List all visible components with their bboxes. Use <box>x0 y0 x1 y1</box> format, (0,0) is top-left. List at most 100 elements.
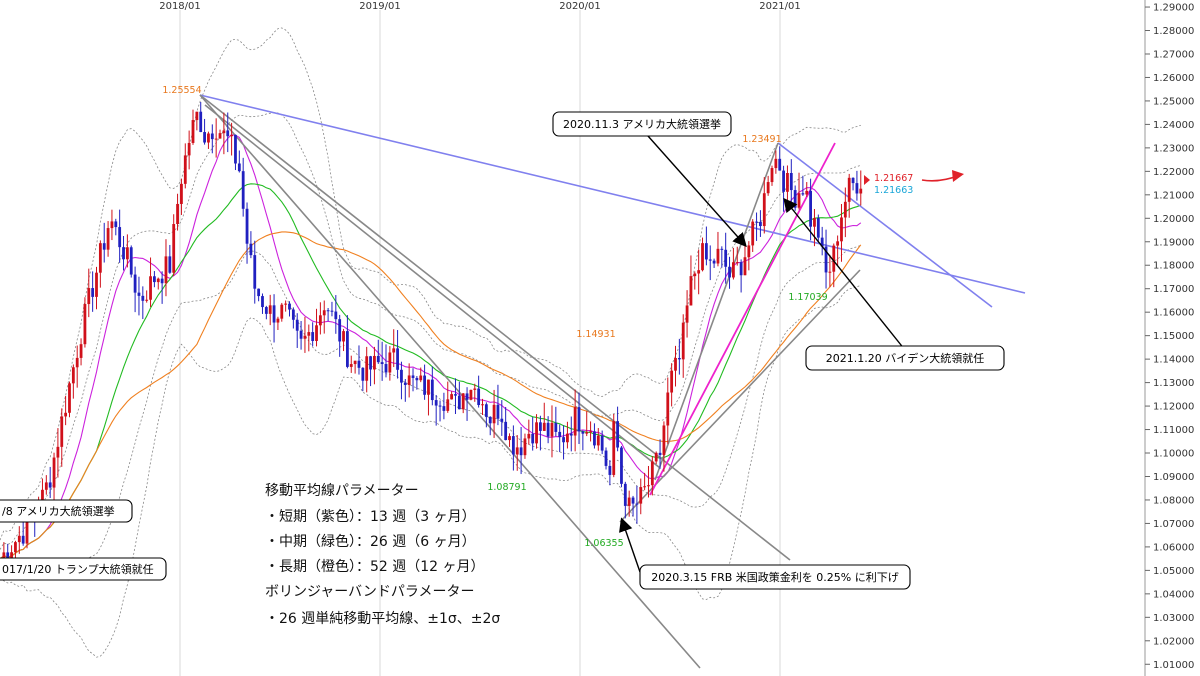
candle-body <box>789 173 793 191</box>
candle-body <box>662 425 666 455</box>
candle-body <box>176 203 179 225</box>
candle-body <box>816 218 820 238</box>
candle-body <box>608 465 612 475</box>
candle-body <box>153 276 156 283</box>
candle-body <box>859 188 863 194</box>
candle-body <box>245 208 249 244</box>
candle-body <box>732 262 735 278</box>
candle-body <box>828 271 832 273</box>
candle-body <box>365 356 369 381</box>
candle-body <box>596 435 600 446</box>
candle-body <box>388 352 392 373</box>
candle-body <box>531 433 535 444</box>
candle-body <box>477 388 481 406</box>
y-tick-label: 1.02000 <box>1153 636 1194 647</box>
candle-body <box>237 163 241 172</box>
candle-body <box>291 309 295 320</box>
candle-body <box>68 383 71 413</box>
candle-body <box>207 133 210 143</box>
candle-body <box>685 305 689 323</box>
x-tick-label: 2019/01 <box>359 1 401 12</box>
candle-body <box>658 452 662 455</box>
candle-body <box>288 303 291 310</box>
candle-body <box>118 227 122 248</box>
candle-body <box>156 278 160 283</box>
candle-body <box>183 155 187 184</box>
candle-body <box>566 433 569 443</box>
y-tick-label: 1.21000 <box>1153 190 1194 201</box>
candle-body <box>203 132 206 143</box>
x-tick-label: 2020/01 <box>559 1 601 12</box>
candle-body <box>631 497 635 504</box>
candle-body <box>508 436 511 441</box>
candle-body <box>280 304 284 319</box>
candle-body <box>380 362 384 365</box>
candle-body <box>527 433 531 439</box>
y-tick-label: 1.29000 <box>1153 3 1194 14</box>
candle-body <box>755 221 758 223</box>
y-tick-label: 1.09000 <box>1153 472 1194 483</box>
candle-body <box>747 245 751 258</box>
candle-body <box>539 422 542 431</box>
y-tick-label: 1.08000 <box>1153 495 1194 506</box>
candle-body <box>809 190 812 227</box>
candle-body <box>600 435 604 451</box>
candle-body <box>284 303 288 305</box>
candle-body <box>407 375 411 385</box>
candle-body <box>60 416 64 447</box>
candle-body <box>272 305 276 323</box>
candle-body <box>137 292 141 296</box>
price-label: 1.21663 <box>874 185 913 196</box>
candle-body <box>83 304 87 345</box>
candle-body <box>697 270 701 274</box>
annotation-text: /8 アメリカ大統領選挙 <box>2 504 115 518</box>
candle-body <box>133 274 137 293</box>
y-tick-label: 1.26000 <box>1153 73 1194 84</box>
y-tick-label: 1.11000 <box>1153 425 1194 436</box>
candle-body <box>102 243 106 250</box>
candle-body <box>48 482 52 488</box>
candle-body <box>210 133 214 140</box>
candle-body <box>349 364 353 367</box>
candle-body <box>774 158 778 169</box>
candle-body <box>160 278 164 284</box>
parameter-line: ・短期（紫色）：13 週（3 ヶ月） <box>265 508 476 525</box>
candle-body <box>52 457 56 488</box>
candle-body <box>253 255 257 289</box>
candle-body <box>797 193 801 208</box>
annotation-text: 2021.1.20 バイデン大統領就任 <box>826 351 984 365</box>
candle-body <box>369 356 372 370</box>
y-tick-label: 1.10000 <box>1153 449 1194 460</box>
candle-body <box>782 170 785 192</box>
candle-body <box>623 483 627 506</box>
candle-body <box>64 412 68 417</box>
candle-body <box>164 256 168 284</box>
candle-body <box>172 224 176 273</box>
chart-canvas: 1.29000 1.28000 1.27000 1.26000 1.25000 1.240… <box>0 0 1194 676</box>
candle-body <box>681 322 685 360</box>
candle-body <box>759 221 762 227</box>
y-tick-label: 1.01000 <box>1153 660 1194 671</box>
candle-body <box>457 395 461 410</box>
candle-body <box>373 355 376 370</box>
candle-body <box>739 262 743 276</box>
candle-body <box>411 375 415 378</box>
candle-body <box>766 182 770 194</box>
price-label: 1.21667 <box>874 173 913 184</box>
candle-body <box>647 485 650 487</box>
candle-body <box>654 452 658 462</box>
candle-body <box>403 382 407 385</box>
candle-body <box>716 248 720 264</box>
candle-body <box>98 243 102 273</box>
candle-body <box>430 379 434 401</box>
candle-body <box>558 431 562 438</box>
candle-body <box>307 332 311 336</box>
candle-body <box>639 487 643 504</box>
y-tick-label: 1.17000 <box>1153 284 1194 295</box>
candle-body <box>114 221 118 228</box>
candle-body <box>400 369 403 383</box>
candle-body <box>276 318 280 323</box>
y-tick-label: 1.25000 <box>1153 96 1194 107</box>
y-tick-label: 1.18000 <box>1153 261 1194 272</box>
eurusd-weekly-chart: 1.29000 1.28000 1.27000 1.26000 1.25000 1.240… <box>0 0 1200 676</box>
